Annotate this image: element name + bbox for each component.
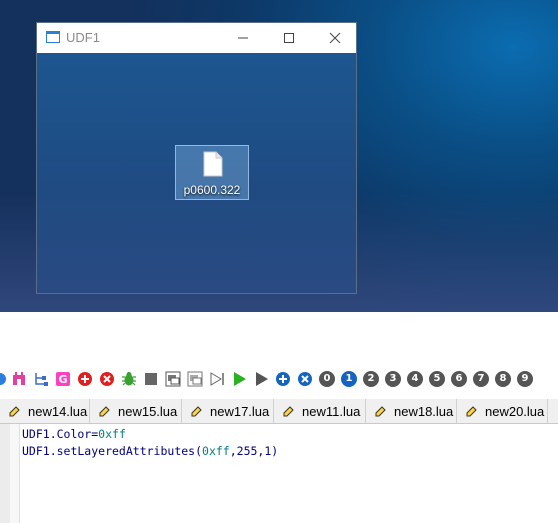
window-capture2-icon[interactable] bbox=[187, 371, 203, 387]
window-client-area: p0600.322 bbox=[37, 53, 356, 293]
pencil-icon bbox=[9, 405, 20, 416]
number-8-button[interactable]: 8 bbox=[495, 371, 511, 387]
tab-new11[interactable]: new11.lua bbox=[274, 399, 366, 423]
tab-new15[interactable]: new15.lua bbox=[90, 399, 182, 423]
number-5-button[interactable]: 5 bbox=[429, 371, 445, 387]
desktop-file-item[interactable]: p0600.322 bbox=[175, 145, 249, 200]
maximize-button[interactable] bbox=[266, 23, 312, 53]
file-icon bbox=[203, 151, 223, 177]
code-text: UDF1.setLayeredAttributes( bbox=[22, 444, 203, 458]
number-3-button[interactable]: 3 bbox=[385, 371, 401, 387]
step-icon[interactable] bbox=[209, 371, 225, 387]
tab-label: new15.lua bbox=[118, 403, 178, 419]
number-6-button[interactable]: 6 bbox=[451, 371, 467, 387]
tab-new20[interactable]: new20.lua bbox=[457, 399, 548, 423]
tree-icon[interactable] bbox=[33, 371, 49, 387]
pink-tool-icon[interactable] bbox=[11, 371, 27, 387]
add-blue-icon[interactable] bbox=[275, 371, 291, 387]
number-1-button[interactable]: 1 bbox=[341, 371, 357, 387]
run-gray-icon[interactable] bbox=[253, 371, 269, 387]
number-9-button[interactable]: 9 bbox=[517, 371, 533, 387]
code-text: UDF1.Color= bbox=[22, 427, 99, 441]
tab-label: new17.lua bbox=[210, 403, 270, 419]
pencil-icon bbox=[466, 405, 477, 416]
code-line-2[interactable]: UDF1.setLayeredAttributes(0xff,255,1) bbox=[22, 444, 278, 458]
tab-label: new18.lua bbox=[394, 403, 454, 419]
tab-overflow[interactable] bbox=[548, 399, 558, 423]
svg-text:G: G bbox=[58, 373, 67, 386]
tab-label: new20.lua bbox=[485, 403, 545, 419]
file-label: p0600.322 bbox=[183, 183, 241, 197]
run-green-icon[interactable] bbox=[231, 371, 247, 387]
close-icon bbox=[329, 32, 341, 44]
pencil-icon bbox=[191, 405, 202, 416]
window-title: UDF1 bbox=[66, 30, 100, 45]
pencil-icon bbox=[375, 405, 386, 416]
bug-icon[interactable] bbox=[121, 371, 137, 387]
stop-icon[interactable] bbox=[143, 371, 159, 387]
close-button[interactable] bbox=[312, 23, 358, 53]
udf-window[interactable]: UDF1 p0600.322 bbox=[36, 22, 357, 294]
number-4-button[interactable]: 4 bbox=[407, 371, 423, 387]
pink-g-icon[interactable]: G bbox=[55, 371, 71, 387]
toolbar: G 0 1 2 3 4 5 6 7 8 9 bbox=[0, 368, 558, 390]
pencil-icon bbox=[99, 405, 110, 416]
remove-blue-icon[interactable] bbox=[297, 371, 313, 387]
code-text: ,255,1) bbox=[229, 444, 279, 458]
pencil-icon bbox=[283, 405, 294, 416]
minimize-icon bbox=[238, 37, 248, 39]
number-0-button[interactable]: 0 bbox=[319, 371, 335, 387]
window-titlebar[interactable]: UDF1 bbox=[37, 23, 356, 53]
code-number: 0xff bbox=[202, 444, 230, 458]
tab-new17[interactable]: new17.lua bbox=[182, 399, 274, 423]
remove-red-icon[interactable] bbox=[99, 371, 115, 387]
fold-margin bbox=[10, 424, 20, 523]
number-7-button[interactable]: 7 bbox=[473, 371, 489, 387]
window-app-icon bbox=[46, 31, 60, 43]
tab-label: new14.lua bbox=[28, 403, 88, 419]
tab-new18[interactable]: new18.lua bbox=[366, 399, 457, 423]
number-2-button[interactable]: 2 bbox=[363, 371, 379, 387]
line-number-margin bbox=[0, 424, 10, 523]
arrow-icon[interactable] bbox=[0, 371, 8, 387]
code-number: 0xff bbox=[98, 427, 126, 441]
code-line-1[interactable]: UDF1.Color=0xff bbox=[22, 427, 126, 441]
window-capture-icon[interactable] bbox=[165, 371, 181, 387]
tab-label: new11.lua bbox=[302, 403, 361, 419]
maximize-icon bbox=[284, 33, 294, 43]
minimize-button[interactable] bbox=[220, 23, 266, 53]
add-red-icon[interactable] bbox=[77, 371, 93, 387]
tab-bar: new14.lua new15.lua new17.lua new11.lua … bbox=[0, 399, 558, 424]
code-editor[interactable]: UDF1.Color=0xff UDF1.setLayeredAttribute… bbox=[0, 424, 558, 523]
desktop: UDF1 p0600.322 bbox=[0, 0, 558, 312]
tab-new14[interactable]: new14.lua bbox=[0, 399, 90, 423]
